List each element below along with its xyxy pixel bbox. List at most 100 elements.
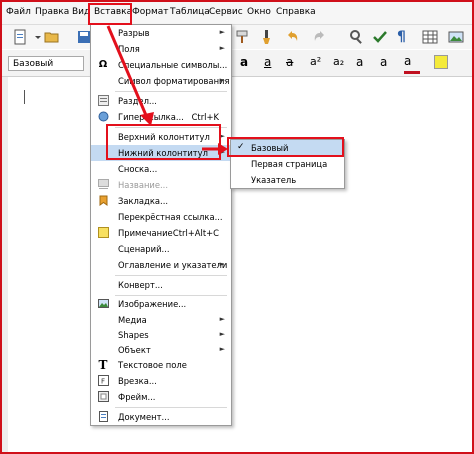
- insert-table-icon[interactable]: [422, 29, 438, 45]
- submenu-item-label: Первая страница: [251, 159, 328, 169]
- menu-item-comment[interactable]: Примечание Ctrl+Alt+C: [91, 225, 231, 241]
- menu-item-label: Оглавление и указатели: [118, 260, 228, 270]
- menu-table[interactable]: Таблица: [170, 7, 210, 17]
- submenu-arrow-icon: ►: [219, 44, 225, 52]
- menu-item-label: Специальные символы...: [118, 60, 228, 70]
- menu-item-label: Примечание: [118, 228, 173, 238]
- menu-separator: [115, 407, 227, 408]
- comment-icon: [97, 227, 109, 239]
- formatting-marks-icon[interactable]: ¶: [397, 29, 413, 45]
- underline-icon[interactable]: a: [264, 55, 280, 71]
- annotation-box-insert-menu: [88, 3, 132, 25]
- submenu-item-label: Указатель: [251, 175, 297, 185]
- menu-separator: [115, 91, 227, 92]
- annotation-box-default-style: [227, 137, 344, 157]
- menu-item-label: Название...: [118, 180, 169, 190]
- submenu-item-first-page[interactable]: Первая страница: [231, 156, 344, 172]
- menu-item-label: Текстовое поле: [118, 360, 187, 370]
- menu-item-frame[interactable]: F Врезка...: [91, 373, 231, 389]
- submenu-arrow-icon: ►: [219, 260, 225, 268]
- formatting-toolbar: Базовый a a a a² a₂ a a a: [2, 50, 472, 77]
- shortcut-label: Ctrl+Alt+C: [172, 228, 219, 238]
- text-cursor: [24, 90, 25, 104]
- insert-menu: Разрыв ► Поля ► Ω Специальные символы... Си…: [90, 24, 232, 426]
- menu-item-text-box[interactable]: T Текстовое поле: [91, 357, 231, 373]
- menu-item-bookmark[interactable]: Закладка...: [91, 193, 231, 209]
- menu-item-label: Фрейм...: [118, 392, 156, 402]
- menu-tools[interactable]: Сервис: [209, 7, 243, 17]
- menu-item-floating-frame[interactable]: Фрейм...: [91, 389, 231, 405]
- menu-item-indexes-tables[interactable]: Оглавление и указатели ►: [91, 257, 231, 273]
- menu-item-fields[interactable]: Поля ►: [91, 41, 231, 57]
- menu-item-label: Сценарий...: [118, 244, 170, 254]
- text-box-icon: T: [98, 358, 108, 372]
- hyperlink-icon: [97, 111, 109, 123]
- clone-formatting-icon[interactable]: [234, 29, 250, 45]
- spellcheck-icon[interactable]: [372, 29, 388, 45]
- menu-item-shapes[interactable]: Shapes ►: [91, 327, 231, 343]
- menu-item-label: Документ...: [118, 412, 170, 422]
- screenshot-frame: Файл Правка Вид Вставка Формат Таблица С…: [0, 0, 474, 454]
- menu-item-document[interactable]: Документ...: [91, 409, 231, 425]
- subscript-icon[interactable]: a₂: [333, 55, 349, 71]
- menu-item-script[interactable]: Сценарий...: [91, 241, 231, 257]
- menu-file[interactable]: Файл: [6, 7, 31, 17]
- menu-item-label: Поля: [118, 44, 140, 54]
- standard-toolbar: ¶: [2, 25, 472, 49]
- menu-item-hyperlink[interactable]: Гиперссылка... Ctrl+K: [91, 109, 231, 125]
- submenu-arrow-icon: ►: [219, 28, 225, 36]
- menu-item-label: Объект: [118, 345, 151, 355]
- menu-item-special-characters[interactable]: Ω Специальные символы...: [91, 57, 231, 73]
- menu-item-label: Медиа: [118, 315, 147, 325]
- submenu-arrow-icon: ►: [219, 345, 225, 353]
- menu-edit[interactable]: Правка: [35, 7, 69, 17]
- superscript-icon[interactable]: a²: [310, 55, 326, 71]
- menu-item-label: Закладка...: [118, 196, 169, 206]
- clear-format-icon[interactable]: a: [380, 55, 396, 71]
- menu-item-object[interactable]: Объект ►: [91, 342, 231, 358]
- image-icon: [97, 298, 109, 310]
- shadow-icon[interactable]: a: [356, 55, 372, 71]
- menubar: Файл Правка Вид Вставка Формат Таблица С…: [2, 2, 472, 25]
- menu-item-media[interactable]: Медиа ►: [91, 312, 231, 328]
- section-icon: [97, 95, 109, 107]
- floating-frame-icon: [97, 391, 109, 403]
- submenu-item-index[interactable]: Указатель: [231, 172, 344, 188]
- shortcut-label: Ctrl+K: [191, 112, 219, 122]
- paragraph-style-select[interactable]: Базовый: [8, 56, 84, 71]
- menu-item-formatting-mark[interactable]: Символ форматирования ►: [91, 73, 231, 89]
- bold-icon[interactable]: a: [240, 55, 256, 71]
- menu-item-label: Конверт...: [118, 280, 163, 290]
- menu-window[interactable]: Окно: [247, 7, 271, 17]
- submenu-arrow-icon: ►: [219, 76, 225, 84]
- menu-item-break[interactable]: Разрыв ►: [91, 25, 231, 41]
- menu-separator: [115, 275, 227, 276]
- menu-item-caption: Название...: [91, 177, 231, 193]
- svg-text:F: F: [101, 378, 105, 386]
- new-document-icon[interactable]: [12, 29, 28, 45]
- submenu-arrow-icon: ►: [219, 330, 225, 338]
- highlight-color-icon[interactable]: [434, 55, 448, 69]
- menu-item-label: Символ форматирования: [118, 76, 230, 86]
- font-color-icon[interactable]: a: [404, 55, 420, 74]
- open-folder-icon[interactable]: [44, 29, 60, 45]
- menu-help[interactable]: Справка: [276, 7, 316, 17]
- menu-item-section[interactable]: Раздел...: [91, 93, 231, 109]
- menu-item-footnote[interactable]: Сноска...: [91, 161, 231, 177]
- insert-image-icon[interactable]: [448, 29, 464, 45]
- redo-icon[interactable]: [312, 29, 328, 45]
- menu-item-label: Разрыв: [118, 28, 150, 38]
- find-replace-icon[interactable]: [349, 29, 365, 45]
- menu-format[interactable]: Формат: [132, 7, 169, 17]
- caption-icon: [97, 179, 109, 191]
- menu-item-label: Врезка...: [118, 376, 157, 386]
- menu-item-cross-reference[interactable]: Перекрёстная ссылка...: [91, 209, 231, 225]
- strikethrough-icon[interactable]: a: [286, 55, 302, 71]
- menu-item-label: Сноска...: [118, 164, 158, 174]
- menu-item-envelope[interactable]: Конверт...: [91, 277, 231, 293]
- document-icon: [97, 411, 109, 423]
- undo-icon[interactable]: [284, 29, 300, 45]
- document-page[interactable]: [2, 77, 472, 452]
- paintbrush-icon[interactable]: [258, 29, 274, 45]
- menu-item-image[interactable]: Изображение...: [91, 296, 231, 312]
